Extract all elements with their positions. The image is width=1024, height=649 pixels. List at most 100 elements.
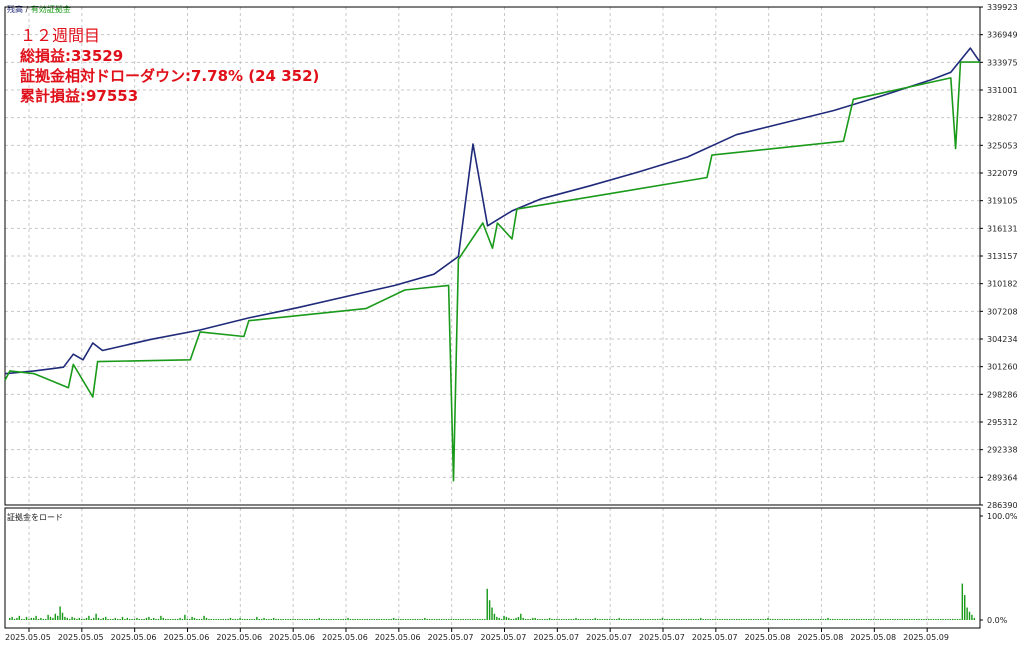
load-bar <box>928 618 930 620</box>
load-bar <box>935 618 937 620</box>
load-bar <box>709 618 712 620</box>
load-bar <box>604 618 606 620</box>
load-bar <box>414 618 416 620</box>
load-bar <box>752 618 755 620</box>
sub-y-tick-label: 100.0% <box>987 512 1018 521</box>
load-bar <box>877 618 880 620</box>
load-bar <box>906 618 908 620</box>
load-bar <box>368 618 371 620</box>
load-bar <box>138 618 141 620</box>
x-tick-label: 2025.05.05 <box>5 633 51 642</box>
load-bar <box>791 618 793 620</box>
load-bar <box>54 613 57 620</box>
load-bar <box>347 617 349 620</box>
load-bar <box>685 618 688 620</box>
load-bar <box>954 618 956 620</box>
load-bar <box>440 618 443 620</box>
load-bar <box>136 617 138 620</box>
load-bar <box>918 618 920 620</box>
load-bar <box>481 618 484 620</box>
x-tick-label: 2025.05.06 <box>164 633 210 642</box>
load-bar <box>354 618 356 620</box>
load-bar <box>584 618 587 620</box>
load-bar <box>556 618 558 620</box>
load-bar <box>671 618 673 620</box>
load-bar <box>947 618 949 620</box>
load-bar <box>505 616 508 620</box>
load-bar <box>640 618 642 620</box>
load-bar <box>92 617 95 620</box>
load-bar <box>865 618 868 620</box>
load-bar <box>692 618 695 620</box>
x-tick-label: 2025.05.07 <box>692 633 738 642</box>
load-bar <box>738 618 740 620</box>
load-bar <box>299 618 301 620</box>
load-bar <box>28 618 30 620</box>
load-bar <box>275 618 277 620</box>
load-bar <box>229 617 232 620</box>
y-tick-label: 301260 <box>987 363 1018 372</box>
load-bar <box>116 618 119 620</box>
load-bar <box>150 618 153 620</box>
x-tick-label: 2025.05.07 <box>428 633 474 642</box>
load-bar <box>810 618 812 620</box>
load-bar <box>868 618 870 620</box>
load-bar <box>688 618 690 620</box>
load-bar <box>680 618 683 620</box>
load-bar <box>289 618 292 620</box>
load-bar <box>212 618 215 620</box>
load-bar <box>155 618 157 620</box>
load-bar <box>575 617 577 620</box>
load-bar <box>32 617 35 620</box>
load-bar <box>580 618 582 620</box>
load-bar <box>13 618 16 620</box>
x-tick-label: 2025.05.06 <box>111 633 157 642</box>
load-bar <box>676 618 678 620</box>
load-bar <box>872 618 875 620</box>
load-bar <box>863 618 865 620</box>
load-bar <box>232 618 234 620</box>
y-tick-label: 333975 <box>987 58 1018 67</box>
load-bar <box>244 618 246 620</box>
load-bar <box>774 618 776 620</box>
y-tick-label: 304234 <box>987 335 1018 344</box>
load-bar <box>474 618 476 620</box>
load-bar <box>301 618 304 620</box>
load-bar <box>68 618 71 620</box>
load-bar <box>332 618 335 620</box>
load-bar <box>901 618 904 620</box>
load-bar <box>448 618 450 620</box>
load-bar <box>628 618 630 620</box>
load-bar <box>923 618 925 620</box>
load-bar <box>260 618 263 620</box>
load-bar <box>460 618 462 620</box>
load-bar <box>908 618 911 620</box>
load-bar <box>788 618 791 620</box>
load-bar <box>438 618 440 620</box>
y-tick-label: 328027 <box>987 114 1018 123</box>
load-bar <box>532 617 534 620</box>
load-bar <box>270 618 272 620</box>
load-bar <box>956 618 959 620</box>
load-bar <box>820 618 822 620</box>
load-bar <box>608 618 611 620</box>
load-bar <box>311 618 313 620</box>
load-bar <box>52 617 54 620</box>
y-tick-label: 292338 <box>987 446 1018 455</box>
load-bar <box>164 618 167 620</box>
load-bar <box>702 618 704 620</box>
load-bar <box>594 617 596 620</box>
load-bar <box>488 600 491 620</box>
load-bar <box>565 618 568 620</box>
load-bar <box>263 617 265 620</box>
load-bar <box>961 583 964 620</box>
load-bar <box>760 618 762 620</box>
load-bar <box>848 618 851 620</box>
load-bar <box>392 617 395 620</box>
load-bar <box>815 618 817 620</box>
series-lines <box>4 47 981 482</box>
load-bar <box>256 616 258 620</box>
load-bar <box>587 618 589 620</box>
load-bar <box>762 618 764 620</box>
load-bar <box>971 614 973 620</box>
